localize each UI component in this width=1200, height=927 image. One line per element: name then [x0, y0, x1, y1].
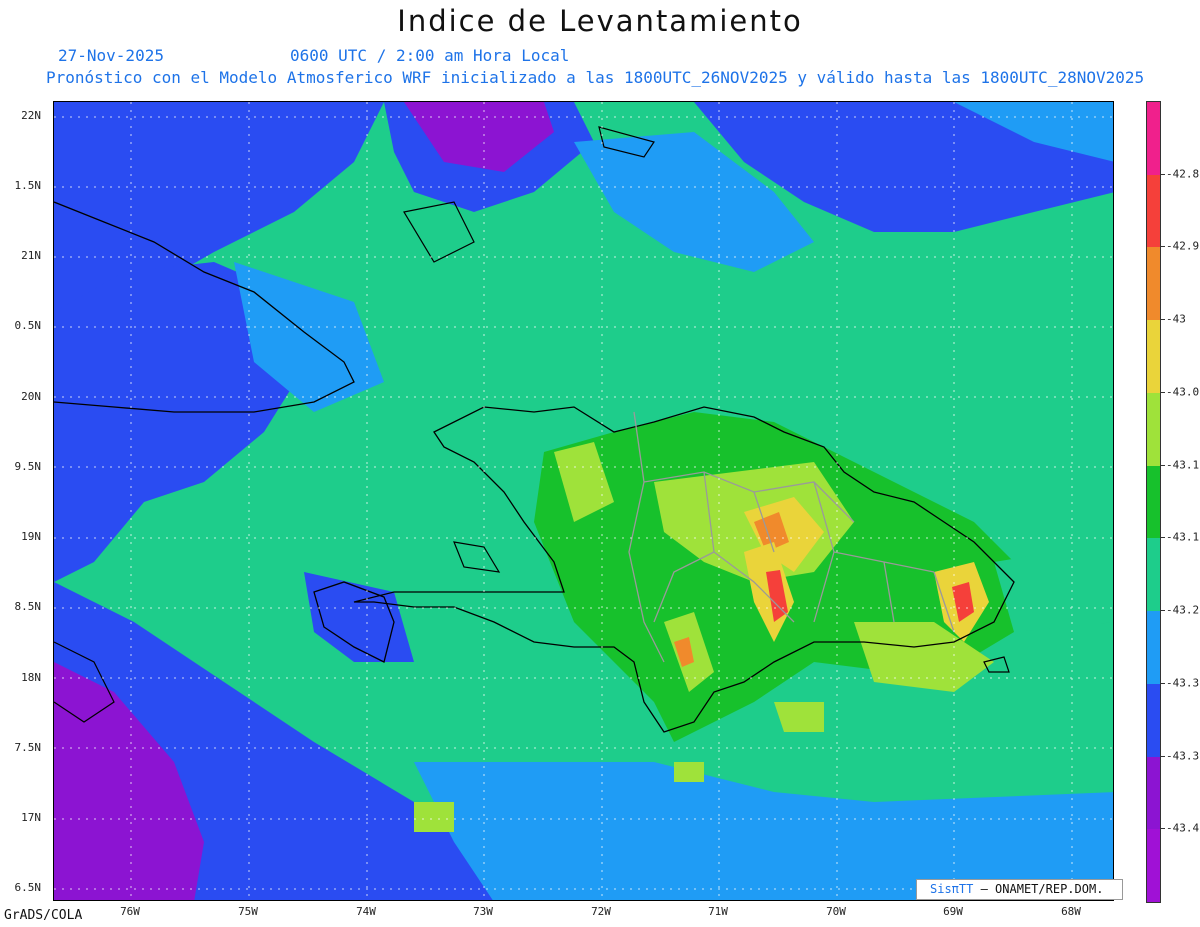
lat-label: 6.5N: [14, 881, 42, 894]
lon-label: 68W: [1061, 905, 1081, 918]
lat-label: 1.5N: [14, 179, 42, 192]
color-bar-tick: [1160, 610, 1165, 612]
lat-label: 7.5N: [14, 741, 42, 754]
color-bar-tick: [1160, 246, 1165, 248]
color-bar-label: -43.2: [1166, 603, 1200, 617]
color-bar-tick: [1160, 173, 1165, 175]
lon-label: 71W: [708, 905, 728, 918]
color-bar-tick: [1160, 755, 1165, 757]
color-bar-segment: [1147, 247, 1160, 321]
color-bar-label: -43.1: [1166, 458, 1200, 472]
lat-label: 22N: [21, 109, 41, 122]
time-label: 0600 UTC / 2:00 am Hora Local: [290, 46, 570, 65]
color-bar-segment: [1147, 611, 1160, 685]
sispi-org: – ONAMET/REP.DOM.: [980, 882, 1104, 896]
color-bar-segment: [1147, 683, 1160, 758]
lat-label: 20N: [21, 390, 41, 403]
sispi-brand: SisπTT: [930, 882, 974, 896]
color-bar-tick: [1160, 391, 1165, 393]
color-bar-label: -43.1: [1166, 530, 1200, 544]
color-bar-label: -42.9: [1166, 239, 1200, 253]
color-bar-tick: [1160, 537, 1165, 539]
color-bar-segment: [1147, 538, 1160, 612]
map-canvas: [54, 102, 1113, 900]
lat-label: 18N: [21, 671, 41, 684]
color-bar-segment: [1147, 829, 1160, 903]
color-bar-tick: [1160, 464, 1165, 466]
color-bar: [1146, 101, 1161, 903]
color-bar-segment: [1147, 465, 1160, 539]
lat-label: 9.5N: [14, 460, 42, 473]
grads-credit: GrADS/COLA: [4, 908, 83, 923]
color-bar-tick: [1160, 319, 1165, 321]
color-bar-segment: [1147, 102, 1160, 176]
lon-label: 70W: [826, 905, 846, 918]
color-bar-label: -43.4: [1166, 821, 1200, 835]
lon-label: 73W: [473, 905, 493, 918]
lat-label: 0.5N: [14, 319, 42, 332]
map-title: Indice de Levantamiento: [397, 4, 803, 38]
lat-label: 8.5N: [14, 600, 42, 613]
lon-label: 76W: [120, 905, 140, 918]
model-note: Pronóstico con el Modelo Atmosferico WRF…: [46, 68, 1145, 87]
lat-label: 21N: [21, 249, 41, 262]
lon-label: 74W: [356, 905, 376, 918]
lat-label: 19N: [21, 530, 41, 543]
color-bar-label: -43.3: [1166, 676, 1200, 690]
color-bar-segment: [1147, 392, 1160, 467]
color-bar-tick: [1160, 682, 1165, 684]
color-bar-label: -43: [1166, 312, 1186, 326]
forecast-map: [53, 101, 1114, 901]
color-bar-segment: [1147, 174, 1160, 248]
color-bar-label: -43.0: [1166, 385, 1200, 399]
lon-label: 72W: [591, 905, 611, 918]
lat-label: 17N: [21, 811, 41, 824]
color-bar-segment: [1147, 320, 1160, 394]
lon-label: 69W: [943, 905, 963, 918]
color-bar-label: -42.8: [1166, 167, 1200, 181]
color-bar-label: -43.3: [1166, 749, 1200, 763]
lon-label: 75W: [238, 905, 258, 918]
color-bar-tick: [1160, 828, 1165, 830]
date-label: 27-Nov-2025: [58, 46, 164, 65]
color-bar-segment: [1147, 756, 1160, 830]
sispi-badge: SisπTT – ONAMET/REP.DOM.: [916, 879, 1123, 900]
